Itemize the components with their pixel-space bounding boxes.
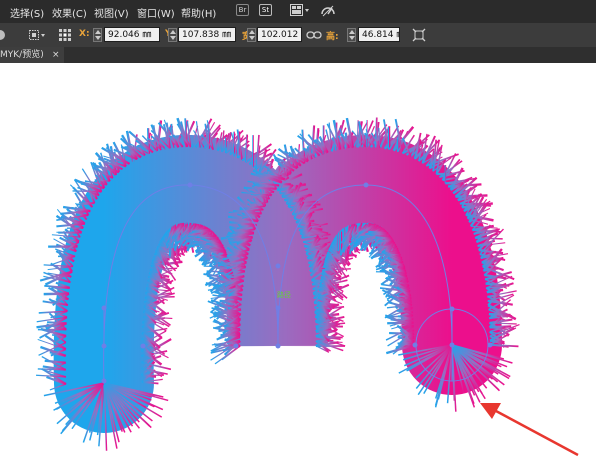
gpu-performance-icon[interactable]	[321, 4, 335, 21]
fur-spike	[73, 191, 102, 192]
annotation-arrow	[480, 403, 578, 455]
anchor-point	[450, 343, 454, 347]
anchor-point	[413, 343, 417, 347]
anchor-point	[276, 264, 280, 268]
y-stepper[interactable]	[168, 28, 177, 42]
center-point-label: 路径	[277, 290, 291, 299]
height-label: 高:	[326, 29, 339, 42]
anchor-point	[234, 344, 238, 348]
arrange-documents-icon[interactable]	[290, 4, 310, 20]
reference-point-icon[interactable]	[58, 28, 72, 42]
artwork[interactable]: 路径	[0, 63, 596, 459]
align-object-icon[interactable]	[28, 28, 42, 42]
fur-spike	[339, 231, 340, 251]
menu-window[interactable]: 窗口(W)	[137, 5, 175, 20]
anchor-point	[141, 344, 145, 348]
artboard-canvas[interactable]: 路径	[0, 63, 596, 459]
fur-spike	[197, 237, 218, 238]
anchor-point	[276, 306, 280, 310]
menu-help[interactable]: 帮助(H)	[181, 5, 216, 20]
fur-spike	[44, 294, 69, 295]
stock-icon[interactable]: St	[259, 4, 272, 16]
anchor-point	[102, 306, 106, 310]
anchor-point	[102, 344, 106, 348]
control-toolbar: X: 92.046 ㎜ Y: 107.838 ㎜ 宽: 102.012 ㎜ 高:…	[0, 23, 596, 47]
anchor-point	[488, 343, 492, 347]
menu-effect[interactable]: 效果(C)	[52, 5, 87, 20]
fur-spike	[142, 375, 156, 376]
x-input[interactable]: 92.046 ㎜	[104, 27, 160, 42]
menu-view[interactable]: 视图(V)	[94, 5, 129, 20]
fur-spike	[490, 326, 512, 327]
anchor-point	[450, 307, 454, 311]
anchor-point	[188, 183, 192, 187]
document-tab-bar: MYK/预览) ×	[0, 47, 596, 63]
bridge-icon[interactable]: Br	[236, 4, 249, 16]
constrain-proportions-icon[interactable]	[306, 28, 320, 42]
menu-select[interactable]: 选择(S)	[10, 5, 44, 20]
anchor-point	[364, 183, 368, 187]
transform-icon[interactable]	[412, 28, 426, 42]
height-stepper[interactable]	[347, 28, 356, 42]
anchor-point	[276, 344, 280, 348]
globe-icon[interactable]	[0, 28, 10, 42]
x-label: X:	[79, 29, 90, 39]
fur-spike	[246, 135, 247, 163]
x-stepper[interactable]	[93, 28, 102, 42]
width-input[interactable]: 102.012 ㎜	[257, 27, 302, 42]
document-tab-label: MYK/预览)	[0, 47, 44, 63]
fur-spike	[228, 304, 241, 305]
close-icon[interactable]: ×	[52, 47, 60, 63]
document-tab[interactable]: MYK/预览) ×	[0, 47, 64, 63]
width-stepper[interactable]	[247, 28, 256, 42]
height-input[interactable]: 46.814 ㎜	[358, 27, 400, 42]
fur-spike	[316, 336, 343, 337]
anchor-point	[102, 379, 106, 383]
menu-bar: 选择(S) 效果(C) 视图(V) 窗口(W) 帮助(H) Br St	[0, 0, 596, 23]
y-input[interactable]: 107.838 ㎜	[178, 27, 236, 42]
